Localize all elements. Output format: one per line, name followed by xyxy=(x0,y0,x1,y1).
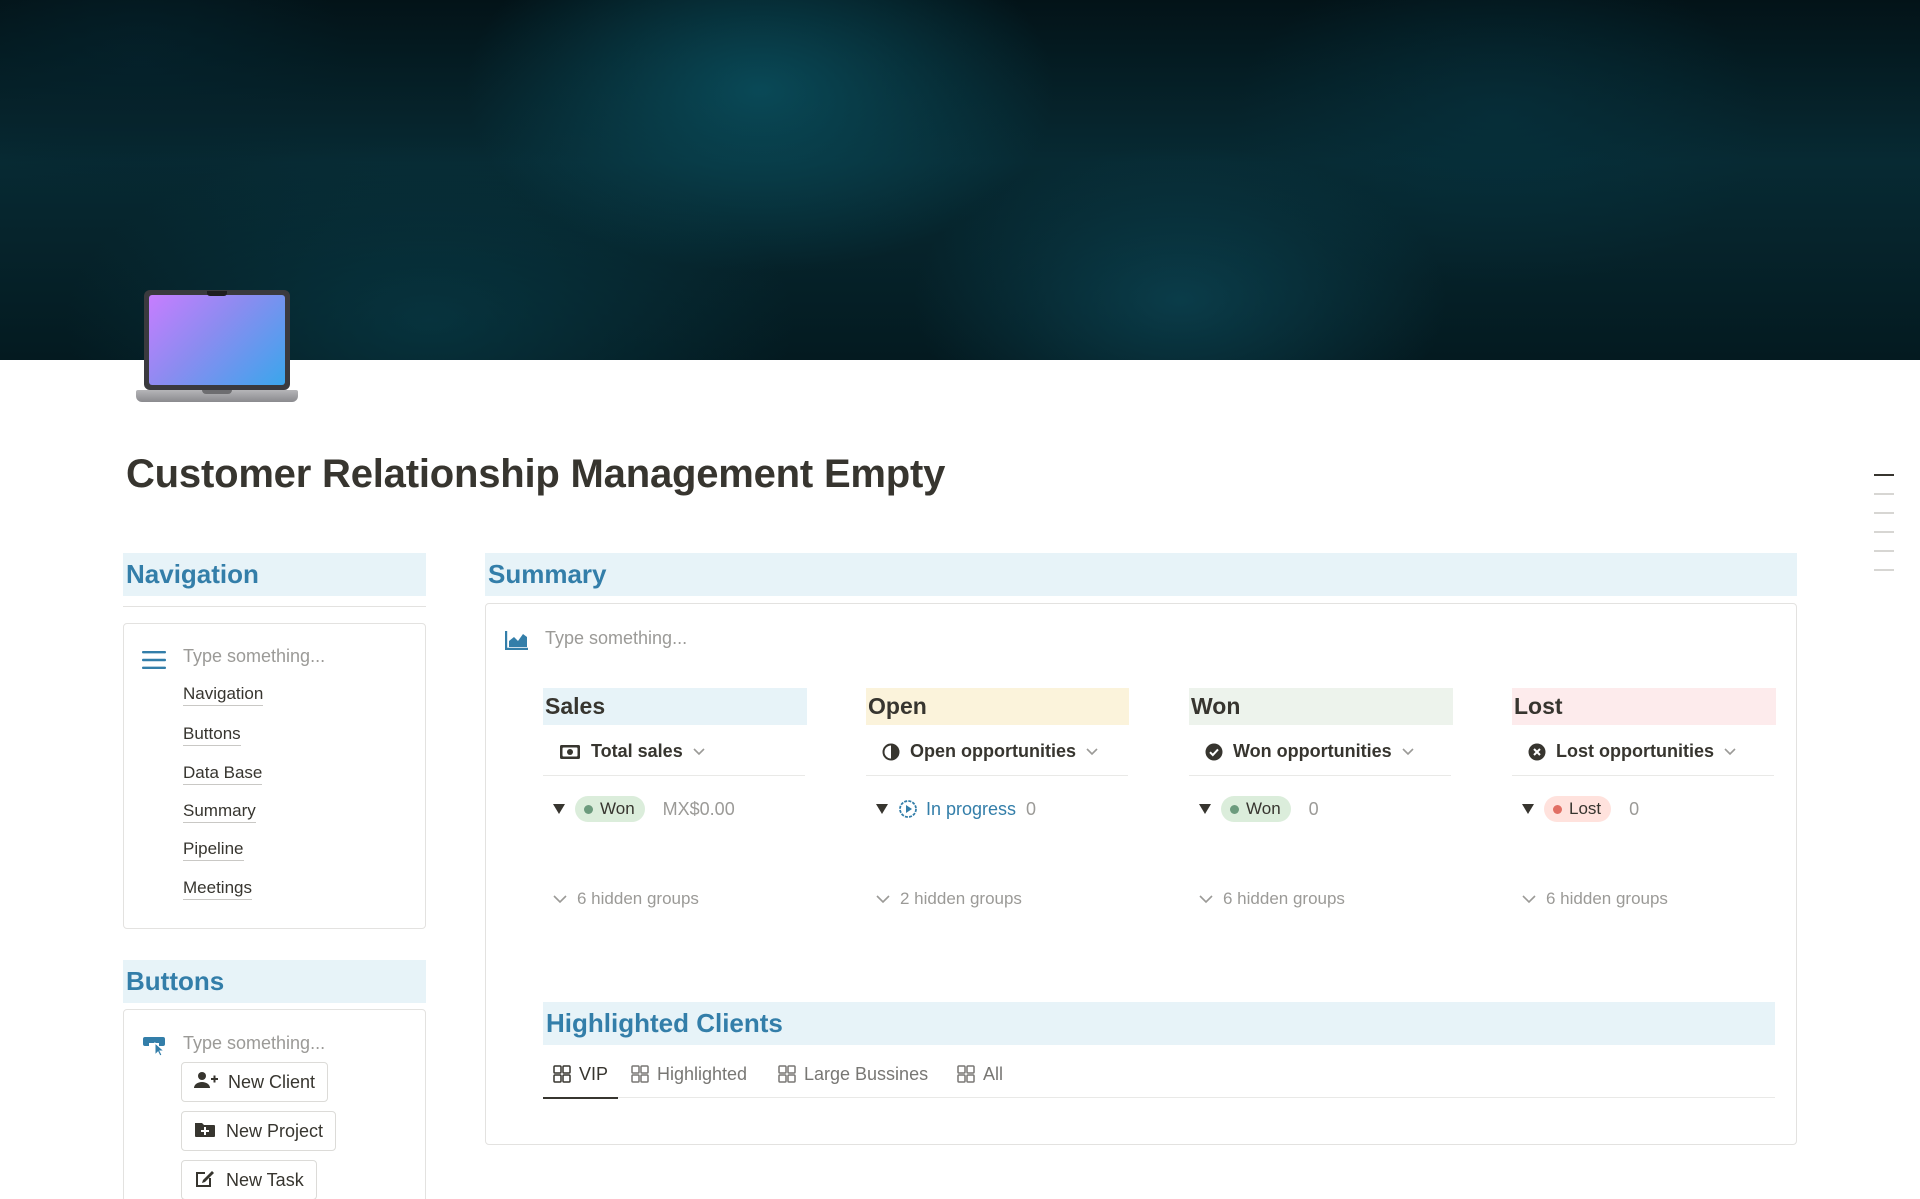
new-client-label: New Client xyxy=(228,1071,316,1092)
group-row-lost[interactable]: Lost 0 xyxy=(1522,794,1639,824)
toggle-triangle-icon[interactable] xyxy=(553,804,565,814)
in-progress-status: In progress xyxy=(898,799,1016,820)
navigation-placeholder[interactable]: Type something... xyxy=(183,646,325,667)
tab-large-bussines[interactable]: Large Bussines xyxy=(778,1050,928,1098)
hidden-groups-toggle[interactable]: 6 hidden groups xyxy=(553,886,699,912)
won-opportunities-label: Won opportunities xyxy=(1233,741,1392,761)
hidden-groups-toggle[interactable]: 2 hidden groups xyxy=(876,886,1022,912)
gallery-icon xyxy=(957,1065,975,1083)
group-value: 0 xyxy=(1629,798,1640,819)
lost-opportunities-view-tab[interactable]: Lost opportunities xyxy=(1512,728,1774,776)
hidden-groups-label: 6 hidden groups xyxy=(1223,889,1345,908)
hidden-groups-toggle[interactable]: 6 hidden groups xyxy=(1522,886,1668,912)
page-title: Customer Relationship Management Empty xyxy=(126,452,946,496)
hand-pointer-icon xyxy=(141,1034,167,1063)
gallery-icon xyxy=(778,1065,796,1083)
chevron-down-icon xyxy=(1522,894,1536,903)
won-tag-label: Won xyxy=(600,799,635,818)
edit-icon xyxy=(194,1168,226,1193)
nav-link-navigation[interactable]: Navigation xyxy=(183,683,264,706)
summary-heading: Summary xyxy=(485,553,1797,596)
nav-link-meetings[interactable]: Meetings xyxy=(183,877,252,900)
half-circle-icon xyxy=(882,743,900,761)
chevron-down-icon xyxy=(693,747,705,756)
hidden-groups-toggle[interactable]: 6 hidden groups xyxy=(1199,886,1345,912)
menu-icon xyxy=(142,650,166,675)
toggle-triangle-icon[interactable] xyxy=(1522,804,1534,814)
new-project-button[interactable]: New Project xyxy=(181,1111,337,1151)
group-row-won[interactable]: Won 0 xyxy=(1199,794,1319,824)
won-heading: Won xyxy=(1189,688,1453,725)
nav-link-summary[interactable]: Summary xyxy=(183,800,256,823)
group-row-won-sales[interactable]: Won MX$0.00 xyxy=(553,794,735,824)
total-sales-view-tab[interactable]: Total sales xyxy=(543,728,805,776)
won-tag: Won xyxy=(1221,796,1291,822)
hidden-groups-label: 6 hidden groups xyxy=(577,889,699,908)
won-opportunities-view-tab[interactable]: Won opportunities xyxy=(1189,728,1451,776)
summary-placeholder[interactable]: Type something... xyxy=(545,628,687,649)
lost-heading: Lost xyxy=(1512,688,1776,725)
sales-heading: Sales xyxy=(543,688,807,725)
tab-all-label: All xyxy=(983,1063,1004,1084)
in-progress-label: In progress xyxy=(926,798,1017,819)
tab-vip[interactable]: VIP xyxy=(543,1050,619,1099)
tab-highlighted-label: Highlighted xyxy=(657,1063,748,1084)
lost-tag-label: Lost xyxy=(1569,799,1602,818)
tab-vip-label: VIP xyxy=(579,1063,609,1084)
won-tag: Won xyxy=(575,796,645,822)
group-value: 0 xyxy=(1308,798,1319,819)
group-value: MX$0.00 xyxy=(662,798,735,819)
play-circle-icon xyxy=(899,800,917,818)
x-circle-icon xyxy=(1528,743,1546,761)
tab-large-bussines-label: Large Bussines xyxy=(804,1063,929,1084)
nav-link-pipeline[interactable]: Pipeline xyxy=(183,838,244,861)
hidden-groups-label: 6 hidden groups xyxy=(1546,889,1668,908)
highlighted-clients-heading: Highlighted Clients xyxy=(543,1002,1775,1045)
chevron-down-icon xyxy=(1086,747,1098,756)
toggle-triangle-icon[interactable] xyxy=(876,804,888,814)
new-task-button[interactable]: New Task xyxy=(181,1160,317,1199)
open-heading: Open xyxy=(866,688,1129,725)
chevron-down-icon xyxy=(876,894,890,903)
highlighted-clients-tabs: VIP Highlighted Large Bussines All xyxy=(543,1050,1775,1099)
table-of-contents[interactable] xyxy=(1874,474,1894,588)
tab-all[interactable]: All xyxy=(957,1050,1003,1098)
buttons-heading: Buttons xyxy=(123,960,426,1003)
lost-opportunities-label: Lost opportunities xyxy=(1556,741,1714,761)
gallery-icon xyxy=(553,1065,571,1083)
lost-tag: Lost xyxy=(1544,796,1612,822)
hidden-groups-label: 2 hidden groups xyxy=(900,889,1022,908)
won-tag-label: Won xyxy=(1246,799,1281,818)
group-value: 0 xyxy=(1026,798,1037,819)
toggle-triangle-icon[interactable] xyxy=(1199,804,1211,814)
new-project-label: New Project xyxy=(226,1120,324,1141)
nav-link-buttons[interactable]: Buttons xyxy=(183,723,241,746)
new-task-label: New Task xyxy=(226,1169,304,1190)
tab-highlighted[interactable]: Highlighted xyxy=(631,1050,747,1098)
nav-link-data-base[interactable]: Data Base xyxy=(183,762,263,785)
area-chart-icon xyxy=(504,630,529,655)
check-circle-icon xyxy=(1205,743,1223,761)
total-sales-label: Total sales xyxy=(591,741,683,761)
folder-plus-icon xyxy=(194,1120,226,1143)
navigation-callout xyxy=(123,623,426,929)
divider xyxy=(123,606,426,607)
money-icon xyxy=(559,744,581,760)
chevron-down-icon xyxy=(1402,747,1414,756)
chevron-down-icon xyxy=(553,894,567,903)
open-opportunities-view-tab[interactable]: Open opportunities xyxy=(866,728,1128,776)
open-opportunities-label: Open opportunities xyxy=(910,741,1076,761)
buttons-placeholder[interactable]: Type something... xyxy=(183,1033,325,1054)
new-client-button[interactable]: New Client xyxy=(181,1062,329,1102)
laptop-icon[interactable] xyxy=(136,290,298,406)
group-row-in-progress[interactable]: In progress 0 xyxy=(876,794,1036,824)
gallery-icon xyxy=(631,1065,649,1083)
add-user-icon xyxy=(194,1071,228,1094)
chevron-down-icon xyxy=(1724,747,1736,756)
navigation-heading: Navigation xyxy=(123,553,426,596)
chevron-down-icon xyxy=(1199,894,1213,903)
